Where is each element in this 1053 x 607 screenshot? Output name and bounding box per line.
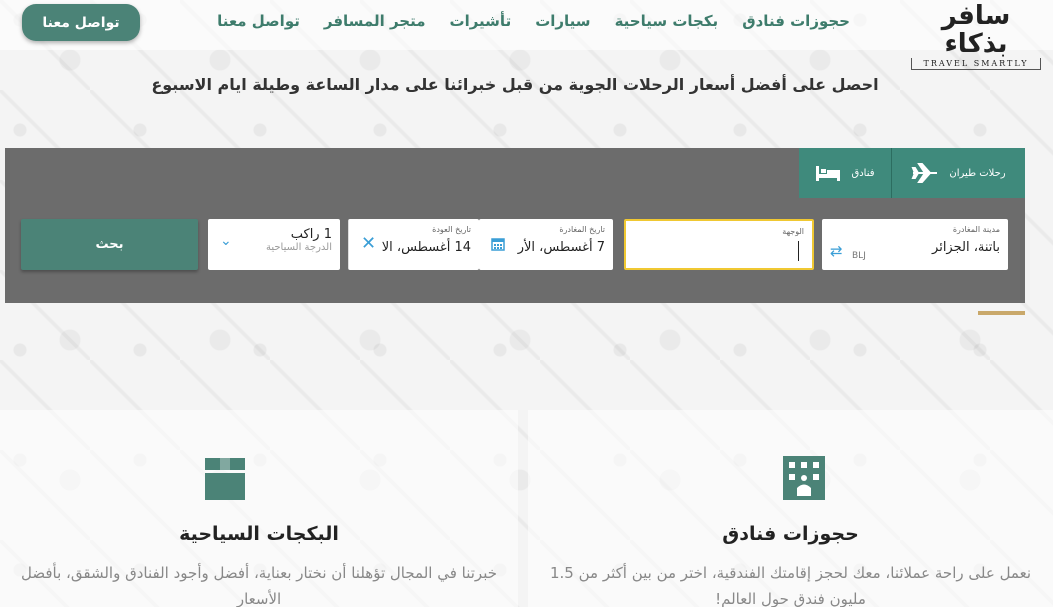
packages-card[interactable]: البكجات السياحية خبرتنا في المجال تؤهلنا… — [0, 410, 518, 607]
hotels-card[interactable]: حجوزات فنادق نعمل على راحة عملائنا، معك … — [528, 410, 1053, 607]
nav-visas[interactable]: تأشيرات — [450, 12, 512, 30]
packages-text: خبرتنا في المجال تؤهلنا أن نختار بعناية،… — [20, 564, 497, 607]
flight-search-panel: رحلات طيران فنادق مدينة المغادرة باتنة، … — [5, 148, 1025, 303]
depart-date-field[interactable]: تاريخ المغادرة 7 أغسطس، الأر — [479, 219, 613, 270]
page-headline: احصل على أفضل أسعار الرحلات الجوية من قب… — [151, 75, 879, 94]
tab-hotels-label: فنادق — [851, 167, 875, 179]
bed-icon — [816, 166, 841, 181]
nav-packages[interactable]: بكجات سياحية — [615, 12, 719, 30]
packages-title: البكجات السياحية — [179, 523, 339, 545]
clear-return-icon[interactable]: ✕ — [361, 233, 376, 254]
nav-hotels[interactable]: حجوزات فنادق — [742, 12, 850, 30]
tab-flights[interactable]: رحلات طيران — [892, 148, 1025, 198]
return-date-field[interactable]: تاريخ العودة 14 أغسطس، الا ✕ — [348, 219, 479, 270]
logo-english: TRAVEL SMARTLY — [911, 58, 1041, 70]
calendar-icon — [491, 238, 505, 251]
logo[interactable]: سافر بذكاء TRAVEL SMARTLY — [911, 2, 1041, 70]
hotels-text: نعمل على راحة عملائنا، معك لحجز إقامتك ا… — [549, 564, 1032, 607]
destination-label: الوجهة — [782, 227, 804, 236]
search-tabs: رحلات طيران فنادق — [799, 148, 1025, 198]
tab-hotels[interactable]: فنادق — [799, 148, 892, 198]
nav-cars[interactable]: سيارات — [535, 12, 590, 30]
hotel-icon — [783, 456, 825, 500]
hotels-title: حجوزات فنادق — [722, 523, 859, 545]
accent-divider — [978, 311, 1025, 315]
logo-arabic: سافر بذكاء — [941, 1, 1011, 59]
contact-us-button[interactable]: تواصل معنا — [22, 4, 140, 41]
search-button[interactable]: بحث — [21, 219, 198, 270]
chevron-down-icon[interactable]: ⌄ — [220, 233, 232, 249]
swap-icon[interactable]: ⇄ — [830, 242, 843, 260]
top-bar: تواصل معنا حجوزات فنادق بكجات سياحية سيا… — [0, 0, 1053, 70]
tab-flights-label: رحلات طيران — [949, 167, 1006, 179]
passengers-field[interactable]: 1 راكب الدرجة السياحية ⌄ — [208, 219, 340, 270]
nav-contact[interactable]: تواصل معنا — [217, 12, 300, 30]
cabin-class: الدرجة السياحية — [266, 242, 332, 253]
origin-code: BLJ — [852, 251, 866, 261]
destination-field[interactable]: الوجهة — [624, 219, 814, 270]
box-icon — [205, 458, 245, 500]
main-nav: حجوزات فنادق بكجات سياحية سيارات تأشيرات… — [217, 12, 850, 30]
origin-label: مدينة المغادرة — [952, 225, 1000, 234]
depart-label: تاريخ المغادرة — [559, 225, 605, 234]
text-cursor — [798, 241, 799, 261]
origin-field[interactable]: مدينة المغادرة باتنة، الجزائر BLJ ⇄ — [822, 219, 1008, 270]
airplane-icon — [911, 163, 938, 183]
passengers-value: 1 راكب — [290, 227, 332, 242]
nav-store[interactable]: متجر المسافر — [324, 12, 426, 30]
